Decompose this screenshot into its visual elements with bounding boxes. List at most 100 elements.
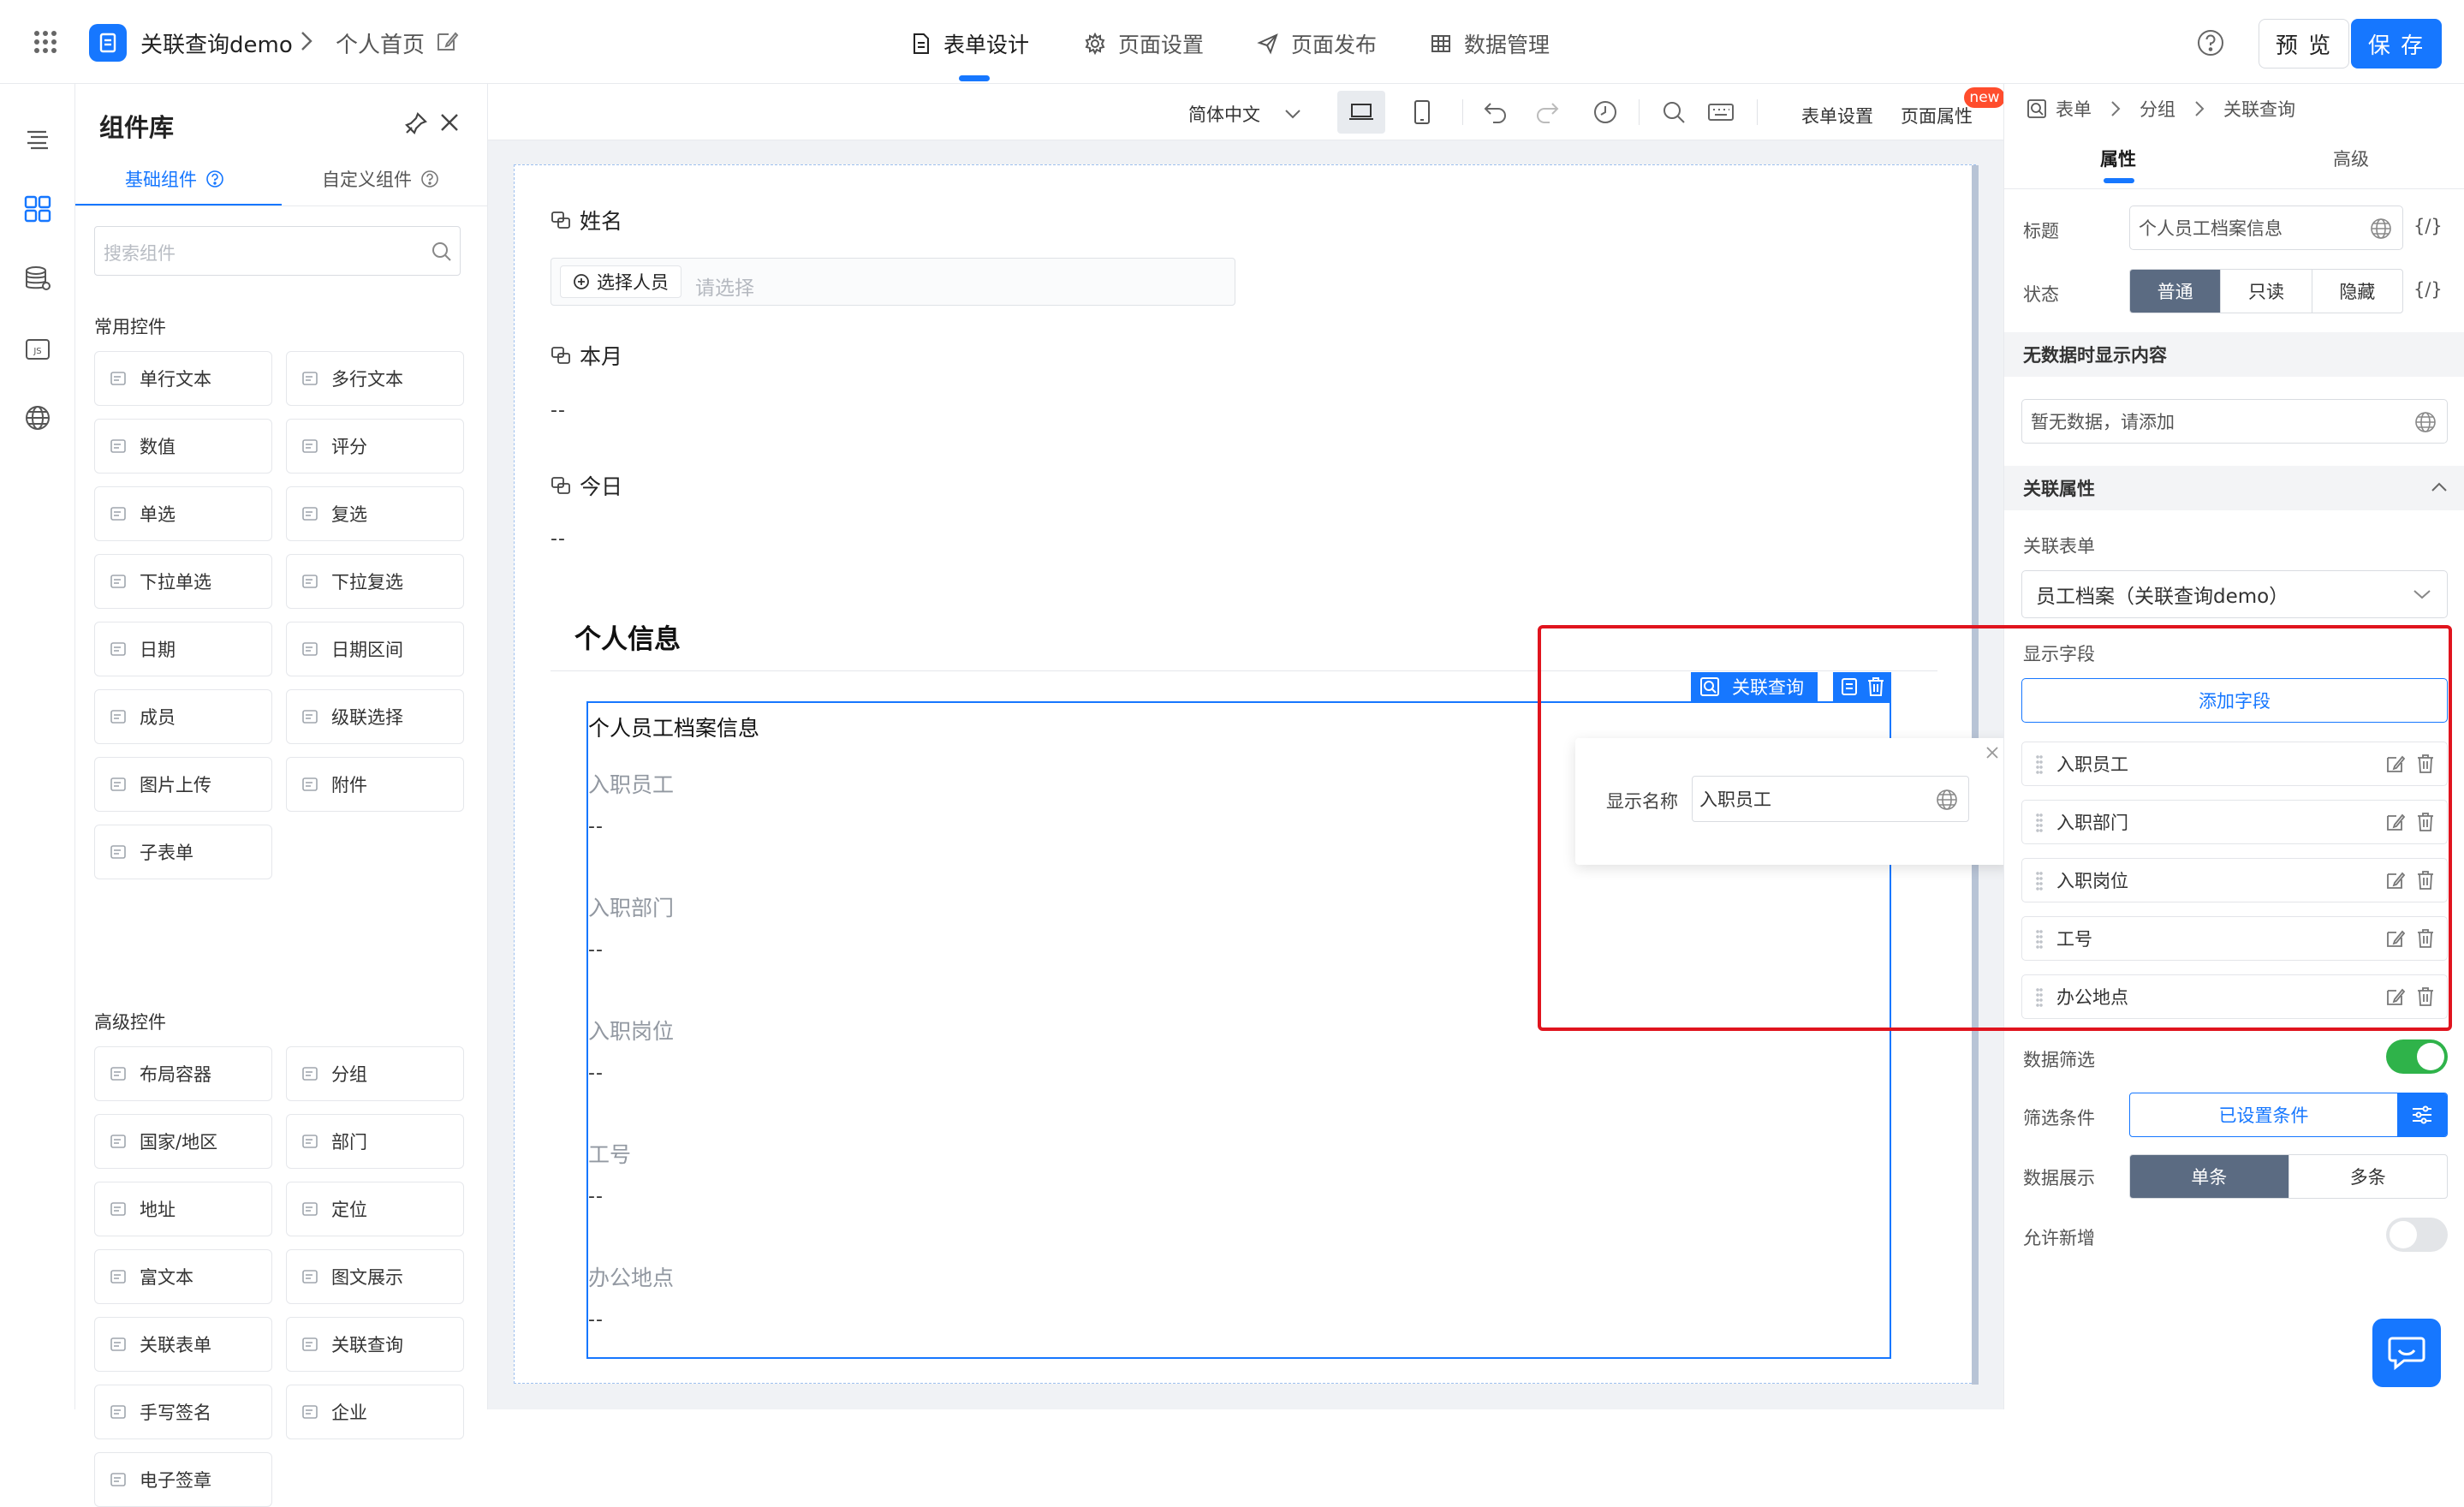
save-button[interactable]: 保 存: [2351, 19, 2442, 68]
state-normal[interactable]: 普通: [2130, 270, 2221, 313]
mobile-view-icon[interactable]: [1413, 99, 1431, 125]
component-single-line[interactable]: 单行文本: [94, 351, 272, 406]
state-hidden[interactable]: 隐藏: [2311, 270, 2402, 313]
globe-icon[interactable]: [2370, 217, 2392, 240]
preview-button[interactable]: 预 览: [2259, 19, 2349, 68]
component-link-query[interactable]: 关联查询: [286, 1317, 464, 1372]
component-image-text[interactable]: 图文展示: [286, 1249, 464, 1304]
component-multi-dropdown[interactable]: 下拉复选: [286, 554, 464, 609]
component-star[interactable]: 评分: [286, 419, 464, 474]
component-link-form[interactable]: 关联表单: [94, 1317, 272, 1372]
js-icon[interactable]: JS: [19, 331, 57, 368]
globe-icon[interactable]: [2414, 411, 2437, 433]
input-value: 个人员工档案信息: [2139, 218, 2282, 239]
tab-properties[interactable]: 属性: [2100, 146, 2136, 171]
component-company[interactable]: 企业: [286, 1385, 464, 1439]
component-signature[interactable]: 手写签名: [94, 1385, 272, 1439]
search-icon: [432, 242, 451, 261]
edit-icon[interactable]: [435, 29, 459, 53]
single-line-icon: [109, 369, 128, 388]
member-select-field[interactable]: 选择人员 请选择: [551, 258, 1235, 306]
title-input[interactable]: 个人员工档案信息: [2129, 206, 2403, 250]
component-calendar[interactable]: 日期: [94, 622, 272, 676]
component-image[interactable]: 图片上传: [94, 757, 272, 812]
empty-content-input[interactable]: 暂无数据，请添加: [2021, 399, 2448, 444]
label-text: 本月: [580, 344, 623, 369]
variable-binding-button[interactable]: {/}: [2413, 279, 2443, 300]
components-icon[interactable]: [19, 190, 57, 228]
breadcrumb-item[interactable]: 表单: [2056, 96, 2092, 122]
search-icon[interactable]: [1661, 99, 1687, 125]
page-props-button[interactable]: 页面属性: [1901, 103, 1973, 128]
tab-data-management[interactable]: 数据管理: [1430, 24, 1550, 63]
breadcrumb-item[interactable]: 分组: [2140, 96, 2175, 122]
tab-custom-components[interactable]: 自定义组件: [322, 166, 439, 192]
breadcrumb-page[interactable]: 个人首页: [336, 27, 425, 59]
component-label: 日期: [140, 640, 176, 660]
field-today-label: 今日: [551, 470, 622, 501]
component-number[interactable]: 数值: [94, 419, 272, 474]
chat-support-icon[interactable]: [2372, 1319, 2441, 1387]
component-subform[interactable]: 子表单: [94, 825, 272, 879]
select-member-button[interactable]: 选择人员: [560, 265, 681, 298]
component-group[interactable]: 分组: [286, 1046, 464, 1101]
tab-page-publish[interactable]: 页面发布: [1257, 24, 1377, 63]
variable-binding-button[interactable]: {/}: [2413, 216, 2443, 236]
component-map[interactable]: 地址: [94, 1182, 272, 1236]
component-dropdown[interactable]: 下拉单选: [94, 554, 272, 609]
component-globe[interactable]: 国家/地区: [94, 1114, 272, 1169]
help-icon[interactable]: [2197, 29, 2224, 57]
component-cascade[interactable]: 级联选择: [286, 689, 464, 744]
component-checkbox[interactable]: 复选: [286, 486, 464, 541]
pin-icon[interactable]: [404, 111, 428, 135]
tab-advanced[interactable]: 高级: [2333, 146, 2369, 171]
state-readonly[interactable]: 只读: [2220, 270, 2311, 313]
desktop-view-icon[interactable]: [1337, 91, 1385, 134]
keyboard-icon[interactable]: [1707, 101, 1735, 123]
component-radio[interactable]: 单选: [94, 486, 272, 541]
empty-content-section: 无数据时显示内容: [2004, 332, 2464, 377]
link-icon: [551, 477, 570, 494]
outline-icon[interactable]: [19, 122, 57, 159]
history-icon[interactable]: [1592, 99, 1618, 125]
redo-icon[interactable]: [1534, 101, 1560, 123]
toggle-knob: [2390, 1221, 2417, 1248]
component-department[interactable]: 部门: [286, 1114, 464, 1169]
component-search-input[interactable]: 搜索组件: [94, 226, 461, 276]
datasource-icon[interactable]: [19, 260, 57, 298]
component-multi-line[interactable]: 多行文本: [286, 351, 464, 406]
data-filter-toggle[interactable]: [2386, 1039, 2448, 1074]
filter-condition-value[interactable]: 已设置条件: [2130, 1093, 2397, 1136]
divider: [1639, 99, 1640, 125]
relation-section[interactable]: 关联属性: [2004, 466, 2464, 510]
allow-add-toggle[interactable]: [2386, 1218, 2448, 1252]
undo-icon[interactable]: [1483, 101, 1509, 123]
filter-condition-field[interactable]: 已设置条件: [2129, 1093, 2448, 1137]
component-richtext[interactable]: 富文本: [94, 1249, 272, 1304]
form-settings-button[interactable]: 表单设置: [1801, 103, 1873, 128]
display-mode-multiple[interactable]: 多条: [2288, 1155, 2448, 1198]
tab-page-settings[interactable]: 页面设置: [1084, 24, 1204, 63]
tab-basic-components[interactable]: 基础组件: [125, 166, 224, 192]
component-layout[interactable]: 布局容器: [94, 1046, 272, 1101]
close-icon[interactable]: [438, 111, 461, 134]
globe-icon[interactable]: [19, 399, 57, 437]
app-grid-icon[interactable]: [33, 29, 58, 55]
filter-settings-icon[interactable]: [2397, 1093, 2447, 1136]
component-user[interactable]: 成员: [94, 689, 272, 744]
seal-icon: [109, 1470, 128, 1489]
component-paperclip[interactable]: 附件: [286, 757, 464, 812]
relation-form-select[interactable]: 员工档案（关联查询demo）: [2021, 570, 2448, 618]
app-title[interactable]: 关联查询demo: [140, 27, 293, 59]
breadcrumb-item[interactable]: 关联查询: [2223, 96, 2295, 122]
tab-form-design[interactable]: 表单设计: [911, 24, 1029, 63]
display-mode-single[interactable]: 单条: [2130, 1155, 2288, 1198]
component-label: 多行文本: [331, 369, 403, 390]
state-segmented: 普通 只读 隐藏: [2129, 269, 2403, 313]
component-label: 分组: [331, 1064, 367, 1085]
component-date-range[interactable]: 日期区间: [286, 622, 464, 676]
component-seal[interactable]: 电子签章: [94, 1452, 272, 1507]
language-select[interactable]: 简体中文: [1188, 101, 1301, 127]
divider: [1757, 99, 1758, 125]
component-location[interactable]: 定位: [286, 1182, 464, 1236]
